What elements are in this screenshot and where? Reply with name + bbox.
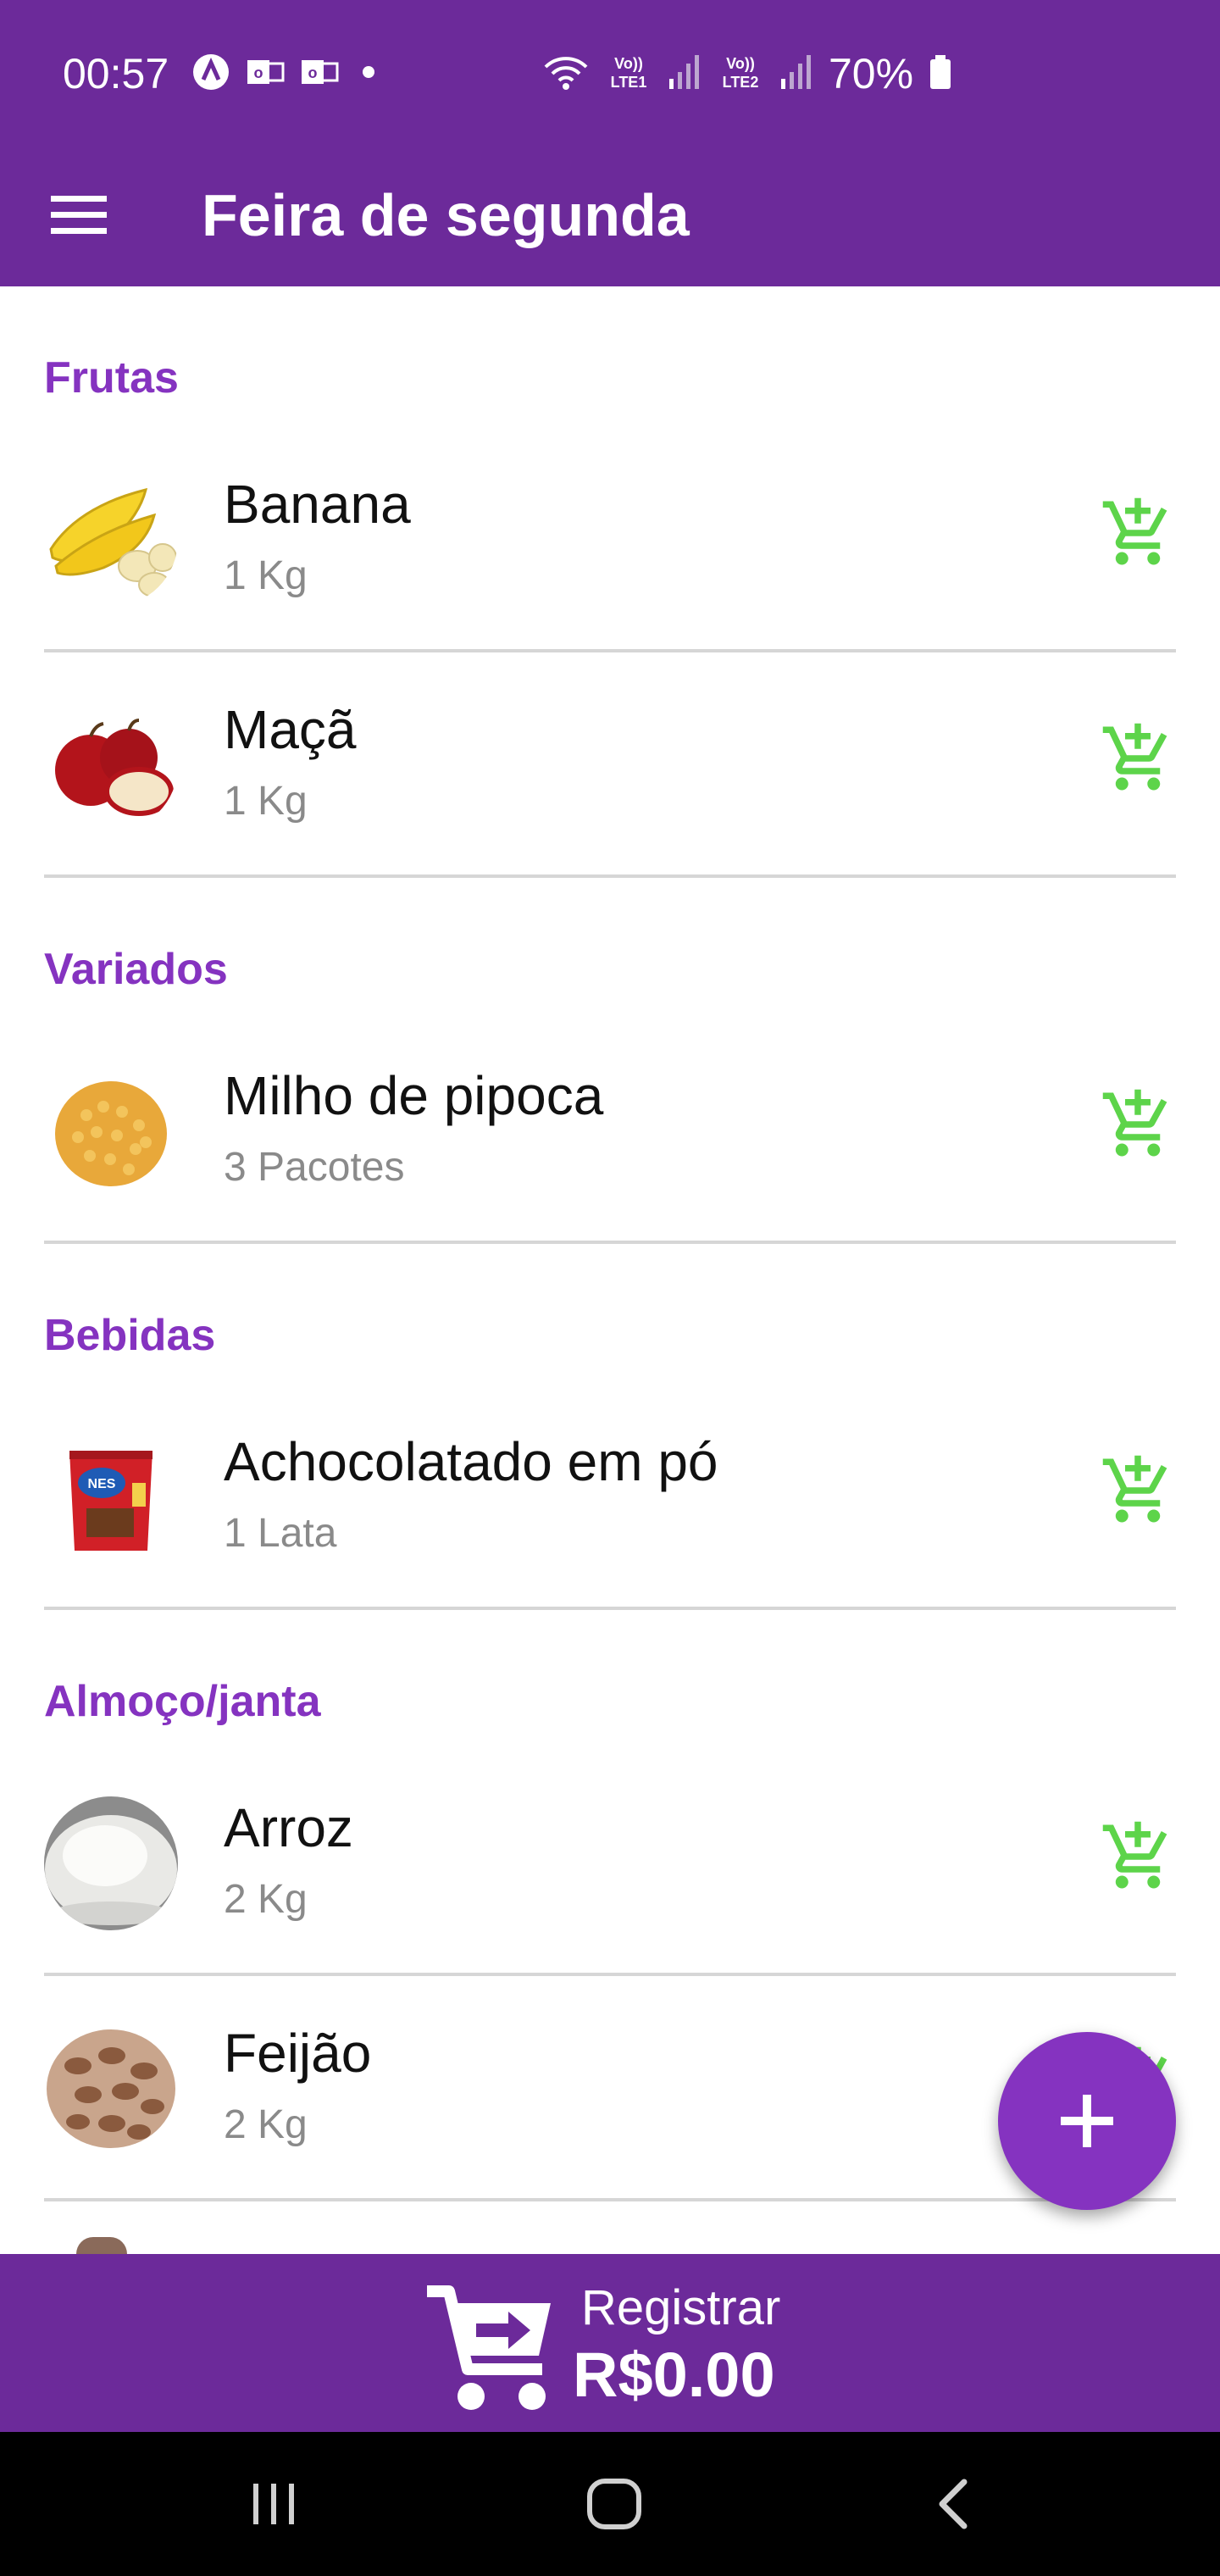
battery-icon [929,53,952,95]
item-quantity: 2 Kg [224,1877,308,1922]
screen: 00:57 o o Vo)) LTE1 Vo)) LTE2 70% Feira … [0,0,1220,2576]
cart-arrow-icon [427,2285,551,2410]
outlook-icon: o [246,54,285,90]
recents-icon[interactable] [236,2474,312,2534]
item-image-banana [44,473,178,607]
wifi-icon [542,53,590,95]
status-system-icons: Vo)) LTE1 Vo)) LTE2 70% [542,49,952,98]
item-image-partial [76,2237,127,2254]
item-name: Banana [224,474,411,535]
register-label: Registrar [581,2280,781,2335]
add-to-cart-icon[interactable] [1100,1452,1176,1529]
add-to-cart-icon[interactable] [1100,1086,1176,1163]
section-header-bebidas: Bebidas [44,1311,216,1360]
back-icon[interactable] [915,2474,991,2534]
item-image-chocolate-powder: NES [44,1430,178,1564]
item-image-apple [44,698,178,832]
status-time: 00:57 [63,50,169,97]
svg-text:Vo)): Vo)) [726,55,755,72]
signal-icon [668,53,702,95]
hamburger-menu-icon[interactable] [49,185,108,244]
add-to-cart-icon[interactable] [1100,1818,1176,1895]
status-notification-icons: o o [191,54,374,90]
svg-text:Vo)): Vo)) [614,55,643,72]
divider [44,1607,1176,1610]
section-header-almoco-janta: Almoço/janta [44,1677,321,1726]
section-header-frutas: Frutas [44,353,179,402]
item-name: Arroz [224,1797,353,1858]
svg-text:o: o [308,64,318,81]
list-item[interactable]: Arroz 2 Kg [0,1751,1220,1976]
item-quantity: 3 Pacotes [224,1145,405,1190]
register-total: R$0.00 [573,2340,775,2410]
section-header-variados: Variados [44,945,228,994]
outlook-icon: o [300,54,339,90]
item-image-rice [44,1796,178,1930]
svg-text:NES: NES [88,1477,116,1491]
item-name: Milho de pipoca [224,1065,604,1126]
divider [44,874,1176,878]
notification-dot [363,66,374,78]
list-item[interactable]: NES Achocolatado em pó 1 Lata [0,1385,1220,1610]
add-to-cart-icon[interactable] [1100,720,1176,797]
add-item-button[interactable] [998,2032,1176,2210]
signal-icon [779,53,813,95]
plus-icon [1061,2095,1113,2147]
volte-lte2-icon: Vo)) LTE2 [717,52,764,97]
list-item[interactable]: Maçã 1 Kg [0,652,1220,878]
item-image-beans [44,2022,178,2156]
item-quantity: 1 Kg [224,779,308,824]
system-nav-bar [0,2432,1220,2576]
volte-lte1-icon: Vo)) LTE1 [605,52,652,97]
divider [44,1241,1176,1244]
item-quantity: 1 Lata [224,1511,337,1556]
home-icon[interactable] [576,2474,652,2534]
divider [44,2198,1176,2201]
shopping-list[interactable]: Frutas Banana 1 Kg Maçã 1 Kg Variados Mi… [0,286,1220,2254]
item-quantity: 1 Kg [224,553,308,598]
item-name: Achocolatado em pó [224,1431,718,1492]
list-item[interactable]: Banana 1 Kg [0,427,1220,652]
page-title: Feira de segunda [202,182,690,248]
svg-text:LTE2: LTE2 [723,74,759,91]
add-to-cart-icon[interactable] [1100,495,1176,571]
battery-percent: 70% [829,50,914,97]
item-name: Feijão [224,2023,372,2084]
list-item[interactable]: Milho de pipoca 3 Pacotes [0,1019,1220,1244]
app-bar: Feira de segunda [0,146,1220,286]
status-bar: 00:57 o o Vo)) LTE1 Vo)) LTE2 70% [0,0,1220,146]
item-quantity: 2 Kg [224,2102,308,2147]
svg-text:LTE1: LTE1 [611,74,647,91]
navigation-arrow-icon [191,54,230,90]
item-name: Maçã [224,699,357,760]
item-image-popcorn [44,1064,178,1198]
svg-text:o: o [254,64,263,81]
register-button[interactable]: Registrar R$0.00 [0,2254,1220,2432]
